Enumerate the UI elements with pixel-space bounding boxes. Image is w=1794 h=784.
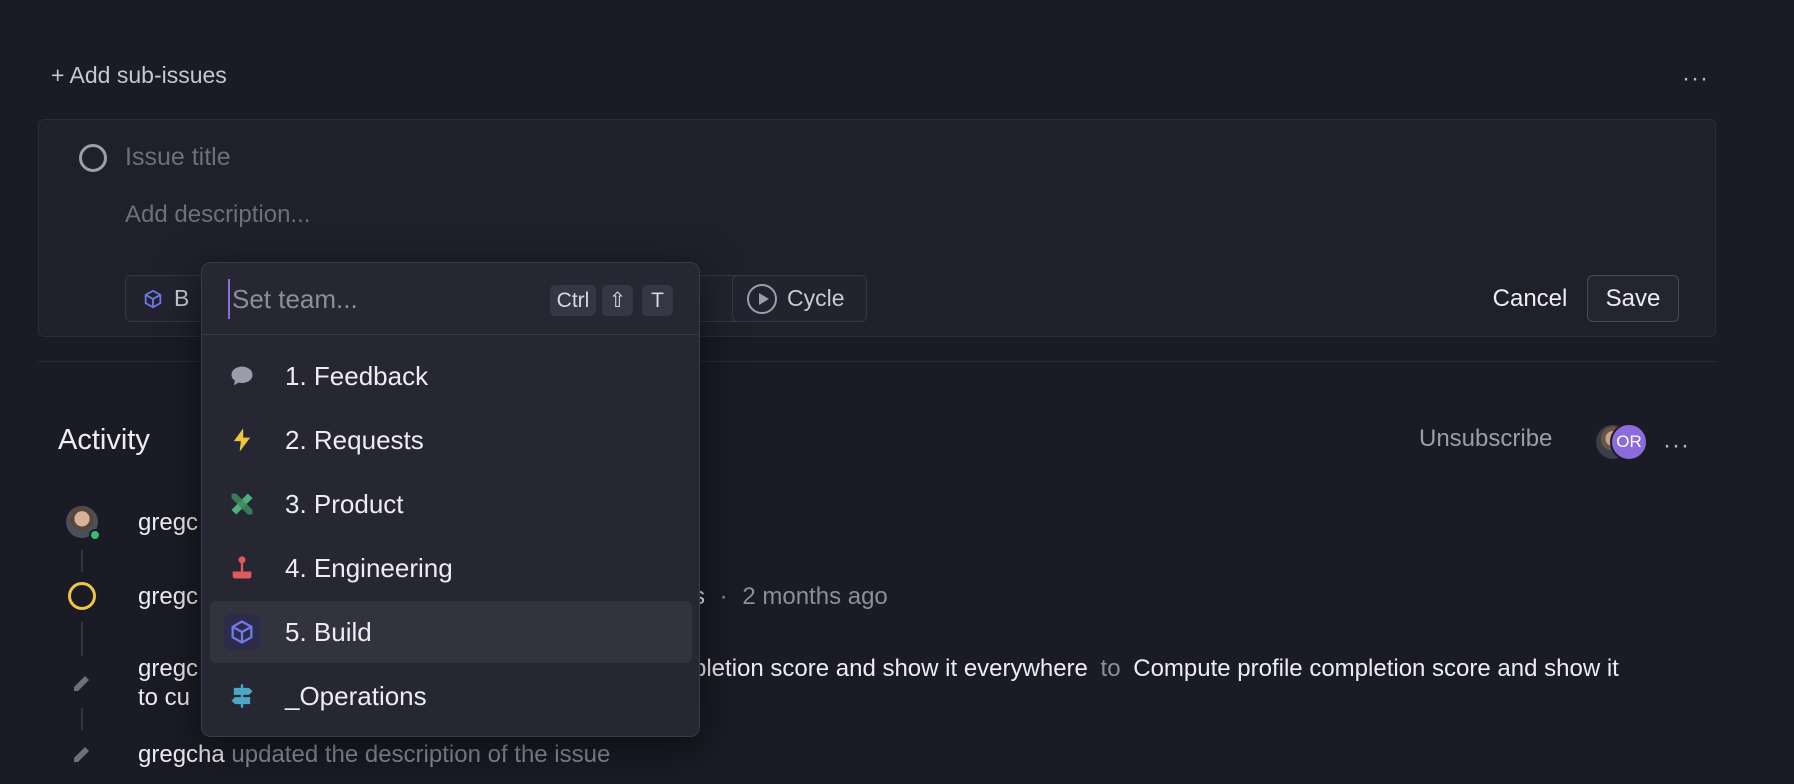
status-backlog-icon[interactable]	[79, 144, 107, 172]
activity-user[interactable]: gregcha	[138, 741, 225, 768]
cycle-chip-label: Cycle	[787, 285, 845, 311]
cube-icon	[144, 289, 162, 308]
shortcut-key-ctrl: Ctrl	[550, 285, 596, 316]
subscribers-avatars[interactable]: OR	[1594, 423, 1650, 461]
cancel-button[interactable]: Cancel	[1480, 275, 1580, 322]
signpost-icon	[224, 678, 260, 714]
shortcut-key-shift: ⇧	[602, 285, 633, 316]
team-picker-dropdown: Ctrl ⇧ T 1. Feedback 2. Requests 3. Prod…	[201, 262, 700, 737]
pencil-icon	[74, 676, 89, 691]
team-option-build[interactable]: 5. Build	[210, 601, 692, 663]
new-title: Compute profile completion score and sho…	[1133, 655, 1619, 682]
activity-entry: gregc	[138, 583, 198, 611]
team-option-label: 2. Requests	[285, 424, 424, 455]
activity-entry: gregc	[138, 509, 198, 537]
shortcut-key-t: T	[642, 285, 673, 316]
team-option-requests[interactable]: 2. Requests	[210, 409, 692, 471]
joystick-icon	[224, 550, 260, 586]
team-option-label: 3. Product	[285, 488, 404, 519]
activity-more-icon[interactable]: ···	[1663, 434, 1690, 458]
activity-entry: gregcha updated the description of the i…	[138, 741, 610, 769]
timeline-connector	[81, 622, 83, 656]
activity-user[interactable]: gregc	[138, 655, 198, 683]
issue-title-input[interactable]	[125, 140, 1325, 174]
team-option-engineering[interactable]: 4. Engineering	[210, 537, 692, 599]
sub-issues-more-icon[interactable]: ···	[1682, 67, 1709, 91]
status-in-progress-icon	[68, 582, 96, 610]
to-label: to	[1100, 655, 1121, 682]
lightning-icon	[224, 422, 260, 458]
avatar-initials: OR	[1610, 423, 1648, 461]
dropdown-divider	[202, 334, 699, 335]
team-option-label: 5. Build	[285, 616, 372, 647]
ruler-pencil-icon	[224, 486, 260, 522]
cycle-chip[interactable]: Cycle	[732, 275, 867, 322]
add-sub-issues-button[interactable]: + Add sub-issues	[51, 62, 227, 89]
unsubscribe-button[interactable]: Unsubscribe	[1419, 425, 1552, 453]
pencil-icon	[74, 747, 89, 762]
team-option-label: _Operations	[285, 680, 427, 711]
team-option-operations[interactable]: _Operations	[210, 665, 692, 727]
team-option-label: 1. Feedback	[285, 360, 429, 391]
team-option-feedback[interactable]: 1. Feedback	[210, 345, 692, 407]
team-chip-label: B	[174, 285, 190, 311]
save-button[interactable]: Save	[1587, 275, 1679, 322]
team-option-product[interactable]: 3. Product	[210, 473, 692, 535]
activity-timestamp[interactable]: 2 months ago	[742, 583, 887, 610]
team-option-label: 4. Engineering	[285, 552, 453, 583]
activity-entry-tail: s · 2 months ago	[693, 583, 888, 611]
activity-heading: Activity	[58, 424, 150, 456]
activity-user[interactable]: gregc	[138, 509, 198, 536]
issue-page: + Add sub-issues ··· B Cycle Cancel Save…	[0, 0, 1794, 784]
issue-description-input[interactable]	[125, 198, 1325, 232]
activity-action: updated the description of the issue	[231, 741, 611, 768]
separator-dot: ·	[719, 583, 728, 610]
cycle-play-icon	[747, 283, 777, 314]
activity-user[interactable]: gregc	[138, 583, 198, 610]
cube-icon	[224, 614, 260, 650]
team-search-input[interactable]	[228, 279, 518, 319]
old-title: pletion score and show it everywhere	[693, 655, 1088, 682]
new-title-continued: to cu	[138, 684, 191, 711]
timeline-connector	[81, 550, 83, 572]
speech-bubble-icon	[224, 358, 260, 394]
timeline-connector	[81, 708, 83, 730]
activity-title-change: pletion score and show it everywhere to …	[693, 655, 1619, 683]
online-status-badge	[89, 529, 101, 541]
